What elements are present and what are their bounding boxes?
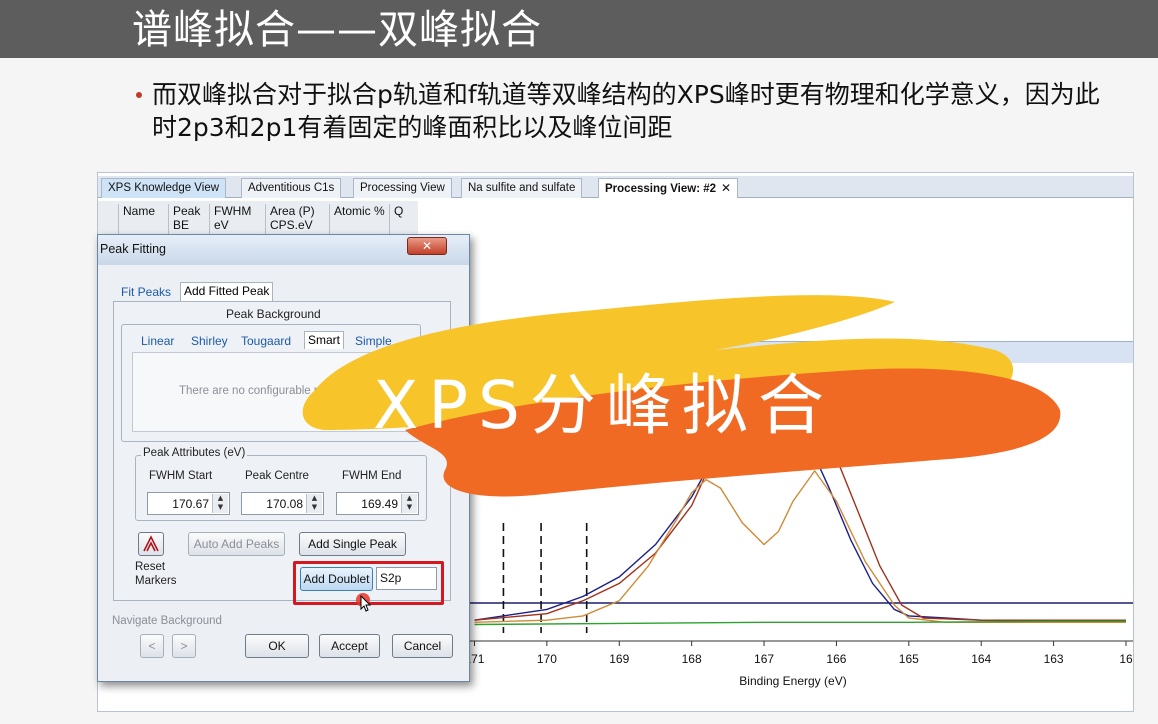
col-peak-be: Peak BE: [168, 204, 211, 238]
col-atomic: Atomic %: [329, 204, 391, 238]
bullet-text: 而双峰拟合对于拟合p轨道和f轨道等双峰结构的XPS峰时更有物理和化学意义，因为此…: [152, 80, 1100, 142]
view-tab-bar: XPS Knowledge View Adventitious C1s Proc…: [98, 176, 1133, 198]
reset-markers-button[interactable]: [138, 532, 164, 556]
x-tick-label-3: 168: [682, 652, 702, 666]
accept-button[interactable]: Accept: [319, 634, 380, 658]
x-tick-label-2: 169: [609, 652, 629, 666]
dialog-close-button[interactable]: ✕: [407, 237, 447, 255]
slide-title-bar: 谱峰拟合——双峰拟合: [0, 0, 1158, 58]
ok-button[interactable]: OK: [245, 634, 309, 658]
bg-tab-shirley[interactable]: Shirley: [188, 333, 231, 349]
col-area: Area (P) CPS.eV: [265, 204, 331, 238]
col-name: Name: [118, 204, 170, 238]
slide-title: 谱峰拟合——双峰拟合: [132, 7, 542, 53]
close-icon[interactable]: ✕: [721, 181, 731, 195]
dialog-title-bar[interactable]: Peak Fitting ✕: [98, 235, 469, 265]
tab-fit-peaks[interactable]: Fit Peaks: [118, 284, 174, 300]
navigate-prev-button[interactable]: <: [140, 634, 164, 658]
x-tick-label-8: 163: [1044, 652, 1064, 666]
x-tick-label-9: 16: [1119, 652, 1133, 666]
tab-processing-view-2-label: Processing View: #2: [605, 183, 717, 195]
dialog-title: Peak Fitting: [100, 242, 167, 256]
fwhm-start-label: FWHM Start: [149, 470, 213, 482]
col-fwhm: FWHM eV: [209, 204, 267, 238]
navigate-background-label: Navigate Background: [112, 615, 222, 627]
tab-xps-knowledge-view[interactable]: XPS Knowledge View: [101, 178, 227, 198]
add-doublet-button[interactable]: Add Doublet: [300, 567, 373, 591]
fwhm-start-input[interactable]: 170.67 ▲ ▼: [147, 492, 230, 515]
x-tick-label-6: 165: [899, 652, 919, 666]
cursor-icon: [360, 595, 372, 612]
add-single-peak-button[interactable]: Add Single Peak: [299, 532, 406, 556]
x-tick-label-5: 166: [826, 652, 846, 666]
bg-tab-tougaard[interactable]: Tougaard: [238, 333, 294, 349]
auto-add-peaks-button[interactable]: Auto Add Peaks: [188, 532, 285, 556]
watermark-text: XPS分峰拟合: [373, 367, 834, 444]
reset-markers-label: Reset Markers: [135, 561, 177, 587]
tab-add-fitted-peak[interactable]: Add Fitted Peak: [180, 282, 274, 301]
peak-attributes-label: Peak Attributes (eV): [141, 447, 248, 459]
bg-tab-linear[interactable]: Linear: [138, 333, 177, 349]
cancel-button[interactable]: Cancel: [392, 634, 453, 658]
bullet-dot: [136, 92, 142, 98]
slide-page: 谱峰拟合——双峰拟合 而双峰拟合对于拟合p轨道和f轨道等双峰结构的XPS峰时更有…: [0, 0, 1158, 724]
peak-table-header: Name Peak BE FWHM eV Area (P) CPS.eV Ato…: [98, 201, 418, 238]
markers-icon: [143, 535, 159, 552]
watermark-brush: XPS分峰拟合: [302, 295, 1061, 497]
x-axis-label: Binding Energy (eV): [739, 674, 846, 688]
tab-na-sulfite-sulfate[interactable]: Na sulfite and sulfate: [461, 178, 583, 198]
tab-processing-view[interactable]: Processing View: [353, 178, 452, 198]
x-tick-label-7: 164: [971, 652, 991, 666]
navigate-next-button[interactable]: >: [172, 634, 196, 658]
fwhm-start-value: 170.67: [172, 497, 209, 511]
doublet-name-input[interactable]: S2p: [376, 567, 437, 590]
spinner-arrows-icon[interactable]: ▲ ▼: [212, 494, 228, 513]
x-tick-label-4: 167: [754, 652, 774, 666]
col-q: Q: [389, 204, 409, 238]
tab-adventitious-c1s[interactable]: Adventitious C1s: [241, 178, 342, 198]
x-tick-label-1: 170: [537, 652, 557, 666]
tab-processing-view-2[interactable]: Processing View: #2 ✕: [598, 178, 739, 198]
